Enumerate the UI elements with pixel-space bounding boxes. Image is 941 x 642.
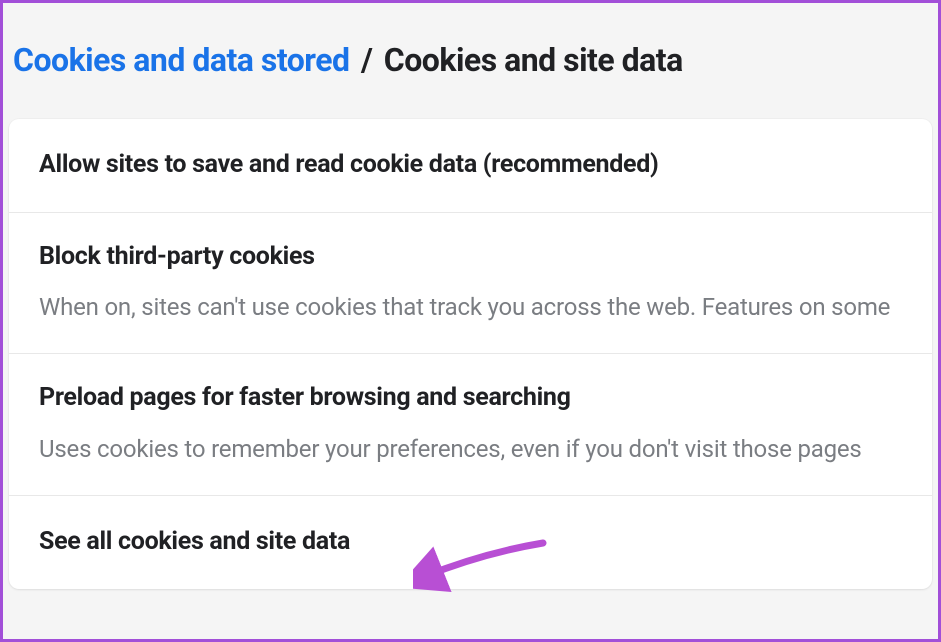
- row-subtitle: Uses cookies to remember your preference…: [39, 433, 902, 465]
- row-title: Preload pages for faster browsing and se…: [39, 382, 902, 415]
- breadcrumb-header: Cookies and data stored / Cookies and si…: [3, 3, 938, 119]
- breadcrumb-parent-link[interactable]: Cookies and data stored: [13, 41, 350, 79]
- breadcrumb: Cookies and data stored / Cookies and si…: [13, 41, 928, 79]
- row-see-all-cookies[interactable]: See all cookies and site data: [9, 496, 932, 589]
- row-title: Allow sites to save and read cookie data…: [39, 149, 902, 182]
- row-block-third-party[interactable]: Block third-party cookies When on, sites…: [9, 213, 932, 355]
- settings-card: Allow sites to save and read cookie data…: [9, 119, 932, 589]
- row-title: Block third-party cookies: [39, 241, 902, 274]
- row-title: See all cookies and site data: [39, 526, 902, 559]
- settings-panel: Cookies and data stored / Cookies and si…: [0, 0, 941, 642]
- breadcrumb-current: Cookies and site data: [384, 41, 683, 79]
- row-preload-pages[interactable]: Preload pages for faster browsing and se…: [9, 354, 932, 496]
- row-allow-cookies[interactable]: Allow sites to save and read cookie data…: [9, 119, 932, 213]
- breadcrumb-separator: /: [361, 41, 372, 79]
- row-subtitle: When on, sites can't use cookies that tr…: [39, 291, 902, 323]
